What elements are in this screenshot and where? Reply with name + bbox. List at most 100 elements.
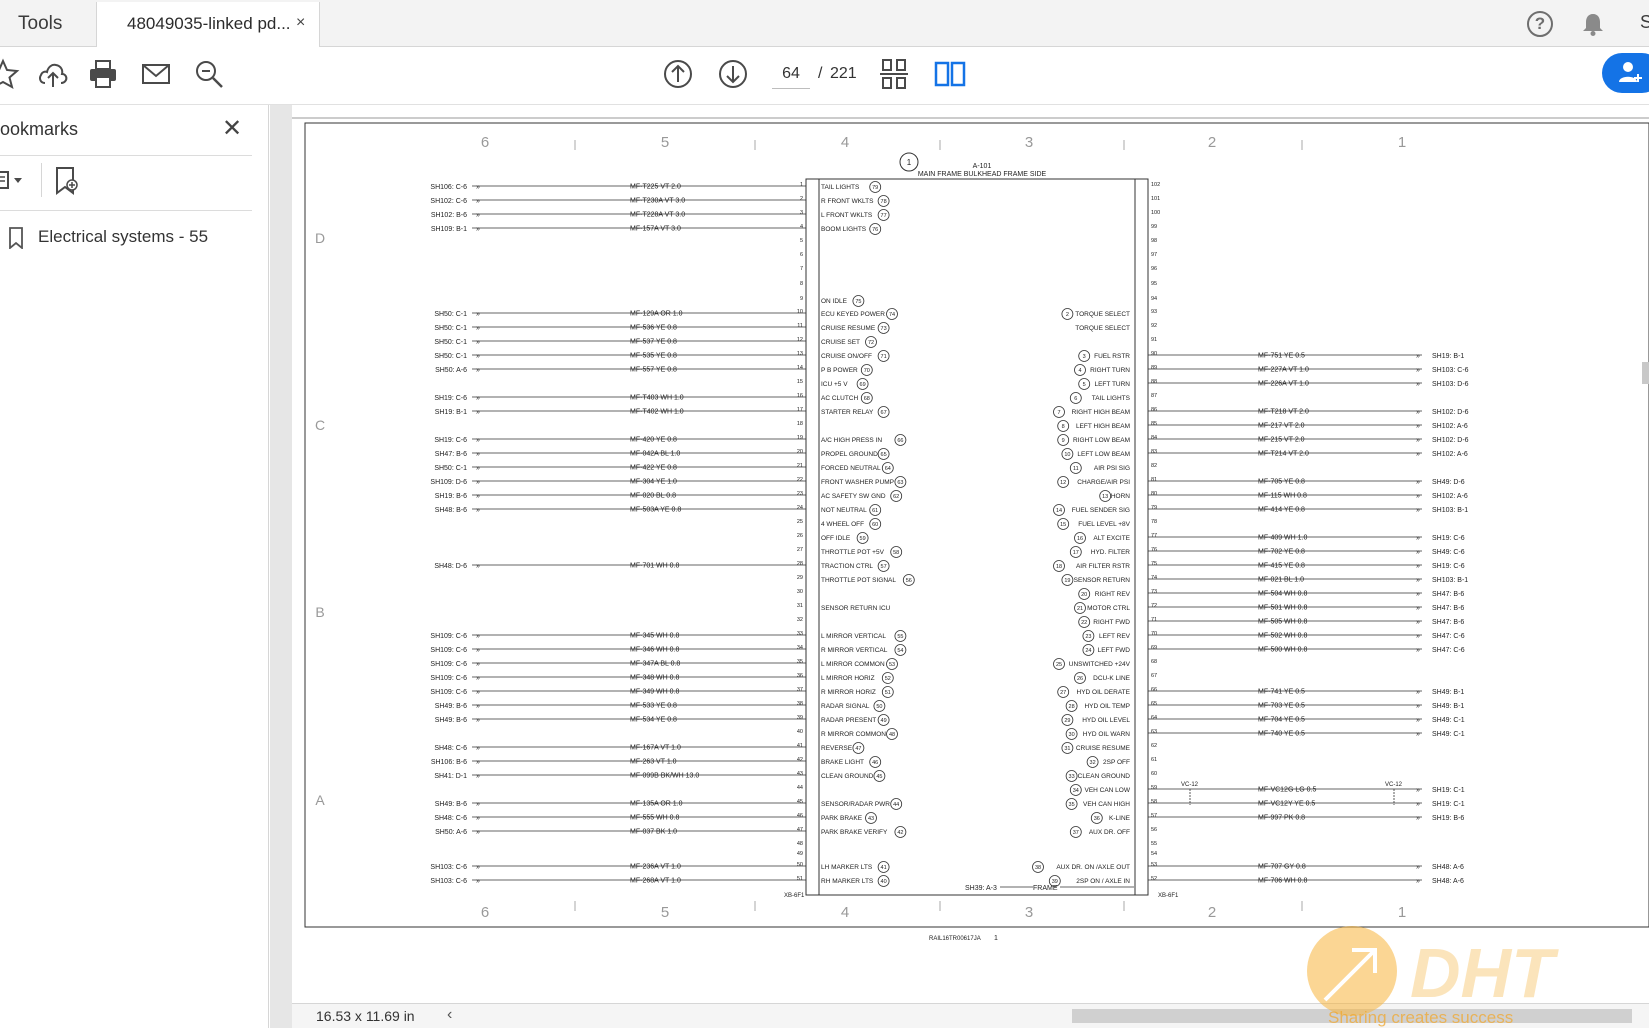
wire-ref-left: SH41: D-1 — [434, 773, 467, 780]
bookmark-item[interactable]: Electrical systems - 55 — [8, 223, 248, 253]
vertical-scroll-thumb[interactable] — [1642, 362, 1649, 384]
wire-arrow: » — [1416, 437, 1420, 444]
share-button[interactable] — [1602, 53, 1649, 93]
user-initial[interactable]: S — [1640, 12, 1649, 33]
pin-number: 71 — [1151, 617, 1157, 623]
callout-number: 64 — [885, 466, 891, 472]
help-icon[interactable]: ? — [1527, 11, 1553, 37]
star-icon[interactable] — [0, 57, 20, 91]
pin-function: AUX DR. ON /AXLE OUT — [1056, 864, 1130, 871]
pin-function: BOOM LIGHTS — [821, 226, 867, 233]
pin-function: K-LINE — [1109, 815, 1131, 822]
pin-number: 25 — [797, 519, 803, 525]
pin-number: 52 — [1151, 876, 1157, 882]
row-label: D — [315, 230, 325, 246]
bookmark-options-icon[interactable] — [0, 165, 34, 195]
wire-label: MF-T230A VT 3.0 — [630, 198, 685, 205]
pin-number: 28 — [797, 561, 803, 567]
wire-ref-right: SH49: C-1 — [1432, 717, 1465, 724]
pin-number: 27 — [797, 547, 803, 553]
wire-label: MF-348 WH 0.8 — [630, 675, 680, 682]
bookmark-label: Electrical systems - 55 — [38, 227, 209, 246]
pin-number: 53 — [1151, 862, 1157, 868]
page-up-icon[interactable] — [661, 57, 695, 91]
wire-arrow: » — [476, 507, 480, 514]
mail-icon[interactable] — [139, 57, 173, 91]
pin-number: 100 — [1151, 210, 1160, 216]
pin-number: 9 — [800, 296, 803, 302]
tab-document[interactable]: 48049035-linked pd... — [96, 2, 320, 48]
print-icon[interactable] — [86, 57, 120, 91]
zoom-search-icon[interactable] — [192, 57, 226, 91]
svg-text:DHT: DHT — [1410, 934, 1559, 1012]
pin-number: 77 — [1151, 533, 1157, 539]
wire-arrow: » — [1416, 451, 1420, 458]
pin-number: 42 — [797, 757, 803, 763]
page-down-icon[interactable] — [716, 57, 750, 91]
wire-ref-left: SH103: C-6 — [430, 878, 467, 885]
wire-arrow: » — [476, 801, 480, 808]
callout-number: 70 — [864, 368, 870, 374]
scroll-left-arrow[interactable]: ‹ — [447, 1006, 452, 1024]
callout-number: 31 — [1064, 746, 1070, 752]
fit-page-icon[interactable] — [877, 57, 911, 91]
divider — [0, 210, 252, 211]
wire-ref-right: SH103: B-1 — [1432, 507, 1468, 514]
wire-arrow: » — [1416, 703, 1420, 710]
pin-function: HYD OIL TEMP — [1084, 703, 1130, 710]
dht-watermark-logo: DHT Sharing creates success — [1307, 926, 1559, 1027]
wire-ref-left: SH102: B-6 — [431, 212, 467, 219]
tab-close-icon[interactable]: × — [296, 14, 305, 32]
callout-number: 69 — [860, 382, 866, 388]
pin-number: 7 — [800, 266, 803, 272]
wire-ref-left: SH19: B-6 — [435, 493, 467, 500]
callout-number: 62 — [893, 494, 899, 500]
pin-function: FORCED NEUTRAL — [821, 465, 881, 472]
callout-number: 75 — [855, 299, 861, 305]
wire-ref-left: SH50: A-6 — [435, 829, 467, 836]
pin-function: LEFT TURN — [1094, 381, 1130, 388]
vc-label: VC-12 — [1385, 782, 1403, 788]
pin-function: RADAR SIGNAL — [821, 703, 870, 710]
wire-label: MF-420 YE 0.8 — [630, 437, 677, 444]
wire-label: MF-217 VT 2.0 — [1258, 423, 1305, 430]
column-label: 2 — [1208, 904, 1216, 921]
wire-label: MF-740 YE 0.5 — [1258, 731, 1305, 738]
callout-number: 56 — [906, 578, 912, 584]
wire-arrow: » — [476, 745, 480, 752]
wire-arrow: » — [476, 661, 480, 668]
wire-ref-left: SH19: C-6 — [434, 437, 467, 444]
wire-ref-right: SH49: D-6 — [1432, 479, 1465, 486]
watermark-text: Sharing creates success — [1328, 1008, 1513, 1027]
callout-number: 19 — [1064, 578, 1070, 584]
callout-number: 45 — [876, 774, 882, 780]
wire-ref-left: SH49: B-6 — [435, 717, 467, 724]
pin-function: VEH CAN HIGH — [1083, 801, 1130, 808]
page-number-input[interactable]: 64 — [772, 59, 810, 89]
wire-label: MF-557 YE 0.8 — [630, 367, 677, 374]
bell-icon[interactable] — [1580, 11, 1606, 37]
column-label: 3 — [1025, 134, 1033, 151]
pin-number: 101 — [1151, 196, 1160, 202]
wire-arrow: » — [476, 647, 480, 654]
callout-number: 13 — [1102, 494, 1108, 500]
upload-cloud-icon[interactable] — [36, 57, 70, 91]
pin-function: HYD OIL LEVEL — [1082, 717, 1130, 724]
column-label: 4 — [841, 904, 849, 921]
callout-number: 26 — [1077, 676, 1083, 682]
add-bookmark-icon[interactable] — [52, 165, 82, 197]
pin-function: LEFT FWD — [1098, 647, 1131, 654]
wire-ref-left: SH109: C-6 — [430, 661, 467, 668]
tab-tools[interactable]: Tools — [0, 0, 96, 47]
pin-function: FUEL RSTR — [1094, 353, 1130, 360]
wire-label: MF-T218 VT 2.0 — [1258, 409, 1309, 416]
two-page-view-icon[interactable] — [933, 57, 967, 91]
pin-number: 22 — [797, 477, 803, 483]
callout-number: 39 — [1052, 879, 1058, 885]
row-label: A — [315, 792, 325, 808]
pin-function: TAIL LIGHTS — [821, 184, 860, 191]
wire-ref-left: SH106: C-6 — [430, 184, 467, 191]
pin-number: 82 — [1151, 463, 1157, 469]
close-panel-icon[interactable]: ✕ — [222, 117, 242, 141]
wire-arrow: » — [1416, 367, 1420, 374]
